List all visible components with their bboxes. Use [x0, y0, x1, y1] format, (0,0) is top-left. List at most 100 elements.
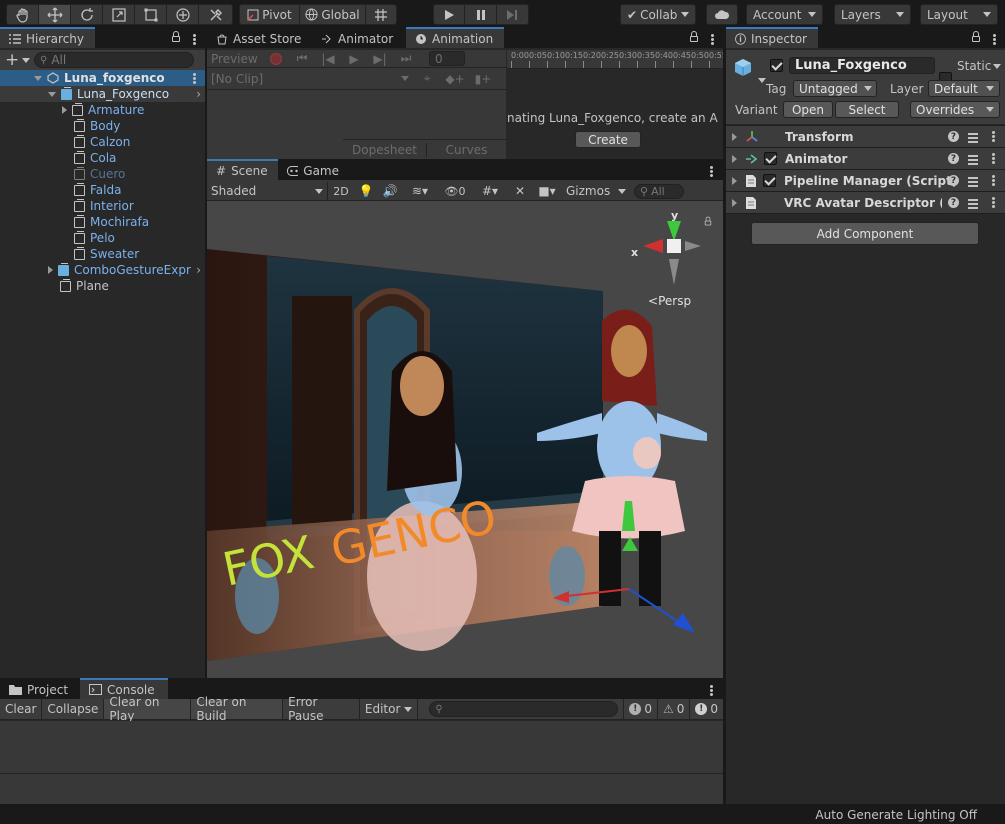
warning-filter-toggle[interactable]: ⚠ 0: [658, 699, 691, 719]
more-menu-icon[interactable]: [992, 197, 995, 208]
hand-tool-icon[interactable]: [7, 5, 39, 24]
expand-arrow-icon[interactable]: [48, 266, 53, 274]
perspective-toggle[interactable]: <Persp: [648, 294, 691, 308]
scale-tool-icon[interactable]: [103, 5, 135, 24]
lock-icon[interactable]: [690, 31, 698, 42]
tab-animator[interactable]: Animator: [312, 29, 406, 48]
more-menu-icon[interactable]: [193, 73, 196, 84]
tree-item-falda[interactable]: Falda: [74, 182, 121, 198]
lock-icon[interactable]: [172, 31, 180, 42]
chevron-down-icon[interactable]: [993, 64, 1001, 69]
grid-snap-icon[interactable]: [366, 5, 396, 24]
layer-dropdown[interactable]: Default: [928, 80, 1000, 97]
orientation-gizmo[interactable]: [643, 221, 701, 285]
add-event-icon[interactable]: ◆+: [441, 72, 469, 86]
dopesheet-tab[interactable]: Dopesheet: [343, 142, 427, 157]
lighting-status[interactable]: Auto Generate Lighting Off: [815, 808, 977, 822]
global-toggle[interactable]: Global: [300, 5, 366, 24]
preview-button[interactable]: Preview: [207, 52, 263, 66]
expand-arrow-icon[interactable]: [732, 198, 737, 207]
help-icon[interactable]: ?: [948, 197, 959, 208]
console-log-list[interactable]: [0, 721, 723, 773]
tree-item-pelo[interactable]: Pelo: [74, 230, 115, 246]
tools-icon[interactable]: ✕: [508, 184, 532, 198]
more-menu-icon[interactable]: [992, 175, 995, 186]
rotate-tool-icon[interactable]: [71, 5, 103, 24]
lighting-icon[interactable]: 💡: [354, 184, 378, 198]
play-icon[interactable]: [434, 5, 466, 24]
scene-search-input[interactable]: ⚲ All: [634, 183, 684, 199]
z-axis-handle[interactable]: [673, 613, 695, 633]
expand-arrow-icon[interactable]: [732, 132, 737, 141]
play-anim-icon[interactable]: ▶: [341, 52, 367, 66]
tree-item-mochirafa[interactable]: Mochirafa: [74, 214, 149, 230]
gizmos-dropdown[interactable]: Gizmos: [562, 184, 630, 198]
collapse-toggle[interactable]: Collapse: [42, 699, 105, 719]
expand-arrow-icon[interactable]: [34, 75, 42, 81]
error-pause-toggle[interactable]: Error Pause: [283, 695, 360, 723]
more-menu-icon[interactable]: [193, 34, 196, 45]
create-clip-button[interactable]: Create: [575, 131, 641, 148]
effects-icon[interactable]: ≋▾: [402, 184, 438, 198]
layout-dropdown[interactable]: Layout: [920, 4, 998, 25]
component-animator[interactable]: Animator ?: [726, 147, 1005, 169]
tree-item-body[interactable]: Body: [74, 118, 120, 134]
log-filter-toggle[interactable]: ! 0: [623, 699, 658, 719]
account-dropdown[interactable]: Account: [746, 4, 823, 25]
custom-tool-icon[interactable]: [199, 5, 232, 24]
clear-on-build-toggle[interactable]: Clear on Build: [191, 695, 284, 723]
collab-dropdown[interactable]: ✔ Collab: [620, 4, 696, 25]
expand-arrow-icon[interactable]: [732, 176, 737, 185]
transform-tool-icon[interactable]: [167, 5, 199, 24]
help-icon[interactable]: ?: [948, 175, 959, 186]
component-pipeline-manager[interactable]: Pipeline Manager (Script) ?: [726, 169, 1005, 191]
tab-animation[interactable]: Animation: [406, 27, 504, 48]
tab-project[interactable]: Project: [0, 680, 80, 699]
tab-hierarchy[interactable]: Hierarchy: [0, 27, 95, 48]
select-prefab-button[interactable]: Select: [835, 101, 899, 118]
expand-arrow-icon[interactable]: [732, 154, 737, 163]
presets-icon[interactable]: [968, 154, 978, 165]
editor-dropdown[interactable]: Editor: [360, 699, 419, 719]
chevron-right-icon[interactable]: ›: [196, 87, 201, 101]
more-menu-icon[interactable]: [992, 131, 995, 142]
tree-item-interior[interactable]: Interior: [74, 198, 134, 214]
tree-item-armature[interactable]: Armature: [62, 102, 144, 118]
chevron-right-icon[interactable]: ›: [196, 263, 201, 277]
pivot-toggle[interactable]: Pivot: [240, 5, 300, 24]
grid-icon[interactable]: #▾: [472, 184, 508, 198]
open-prefab-button[interactable]: Open: [783, 101, 833, 118]
animator-enabled-checkbox[interactable]: [764, 152, 777, 165]
presets-icon[interactable]: [968, 198, 978, 209]
chevron-down-icon[interactable]: [758, 78, 766, 83]
tree-item-combogesture[interactable]: ComboGestureExpr ›: [48, 262, 205, 278]
tag-dropdown[interactable]: Untagged: [793, 80, 877, 97]
frame-field[interactable]: 0: [429, 51, 465, 66]
active-checkbox[interactable]: [770, 59, 783, 72]
tab-scene[interactable]: # Scene: [207, 159, 278, 180]
error-filter-toggle[interactable]: ! 0: [690, 699, 723, 719]
tree-item-luna-foxgenco[interactable]: Luna_Foxgenco ›: [0, 86, 205, 102]
help-icon[interactable]: ?: [948, 131, 959, 142]
clear-on-play-toggle[interactable]: Clear on Play: [104, 695, 192, 723]
pause-icon[interactable]: [465, 5, 497, 24]
add-keyframe-icon[interactable]: ⌖: [413, 71, 441, 86]
create-button[interactable]: +: [0, 51, 34, 69]
help-icon[interactable]: ?: [948, 153, 959, 164]
more-menu-icon[interactable]: [993, 34, 996, 45]
2d-toggle[interactable]: 2D: [328, 185, 354, 198]
add-component-button[interactable]: Add Component: [751, 222, 979, 245]
lock-icon[interactable]: [704, 216, 712, 226]
console-detail-area[interactable]: [0, 774, 723, 804]
cloud-button[interactable]: [706, 4, 738, 25]
layers-dropdown[interactable]: Layers: [834, 4, 911, 25]
hidden-objects-toggle[interactable]: 👁0: [438, 185, 472, 198]
tree-item-plane[interactable]: Plane: [60, 278, 109, 294]
camera-icon[interactable]: ■▾: [532, 184, 562, 198]
last-key-icon[interactable]: ⏭: [393, 51, 419, 66]
object-name-field[interactable]: Luna_Foxgenco: [789, 57, 935, 74]
expand-arrow-icon[interactable]: [62, 106, 67, 114]
more-menu-icon[interactable]: [992, 153, 995, 164]
y-axis-handle[interactable]: [622, 537, 638, 551]
more-menu-icon[interactable]: [711, 34, 714, 45]
